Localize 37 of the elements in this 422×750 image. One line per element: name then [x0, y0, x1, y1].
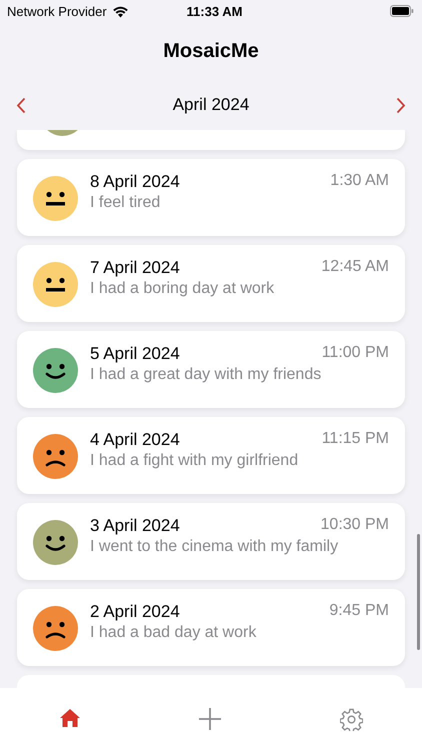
entry-note: I went to the cinema with my family — [90, 538, 340, 556]
entry-card[interactable]: 8 April 2024 1:30 AM I feel tired — [17, 159, 405, 236]
entry-note: I feel tired — [90, 194, 162, 212]
settings-tab[interactable] — [338, 706, 365, 733]
entry-note: I had a bad day at work — [90, 624, 258, 642]
entry-card[interactable]: 2 April 2024 9:45 PM I had a bad day at work — [17, 589, 405, 666]
chevron-right-icon — [396, 96, 406, 114]
entry-card[interactable]: 3 April 2024 10:30 PM I went to the cinema with my family — [17, 503, 405, 580]
entry-card[interactable]: 4 April 2024 11:15 PM I had a fight with my girlfriend — [17, 417, 405, 494]
chevron-left-icon — [16, 96, 26, 114]
carrier-name: Network Provider — [7, 4, 107, 18]
app-title: MosaicMe — [162, 38, 260, 64]
entry-date: 3 April 2024 — [90, 516, 180, 536]
entry-time: 1:30 AM — [330, 172, 389, 190]
entry-date: 4 April 2024 — [90, 430, 180, 450]
entry-time: 12:45 AM — [321, 258, 389, 276]
entry-date: 7 April 2024 — [90, 258, 180, 278]
entry-time: 11:00 PM — [322, 344, 389, 362]
entry-time: 10:30 PM — [320, 516, 389, 534]
entry-card[interactable]: 5 April 2024 11:00 PM I had a great day with my friends — [17, 331, 405, 408]
entry-time: 11:15 PM — [322, 430, 389, 448]
settings-icon — [340, 708, 363, 731]
entry-time: 9:45 PM — [329, 602, 389, 620]
house-icon — [59, 708, 82, 728]
plus-icon — [199, 708, 222, 730]
battery-icon — [390, 5, 414, 17]
entry-note: I had a great day with my friends — [90, 366, 322, 384]
entry-date: 8 April 2024 — [90, 172, 180, 192]
entry-note: I had a fight with my girlfriend — [90, 452, 300, 470]
entry-card[interactable]: 7 April 2024 12:45 AM I had a boring day at work — [17, 245, 405, 322]
entry-note: I had a boring day at work — [90, 280, 276, 298]
status-time: 11:33 AM — [186, 4, 242, 18]
add-tab[interactable] — [197, 706, 224, 732]
entry-date: 2 April 2024 — [90, 602, 180, 622]
month-label: April 2024 — [172, 95, 250, 115]
wifi-icon — [112, 4, 129, 18]
entry-date: 5 April 2024 — [90, 344, 180, 364]
